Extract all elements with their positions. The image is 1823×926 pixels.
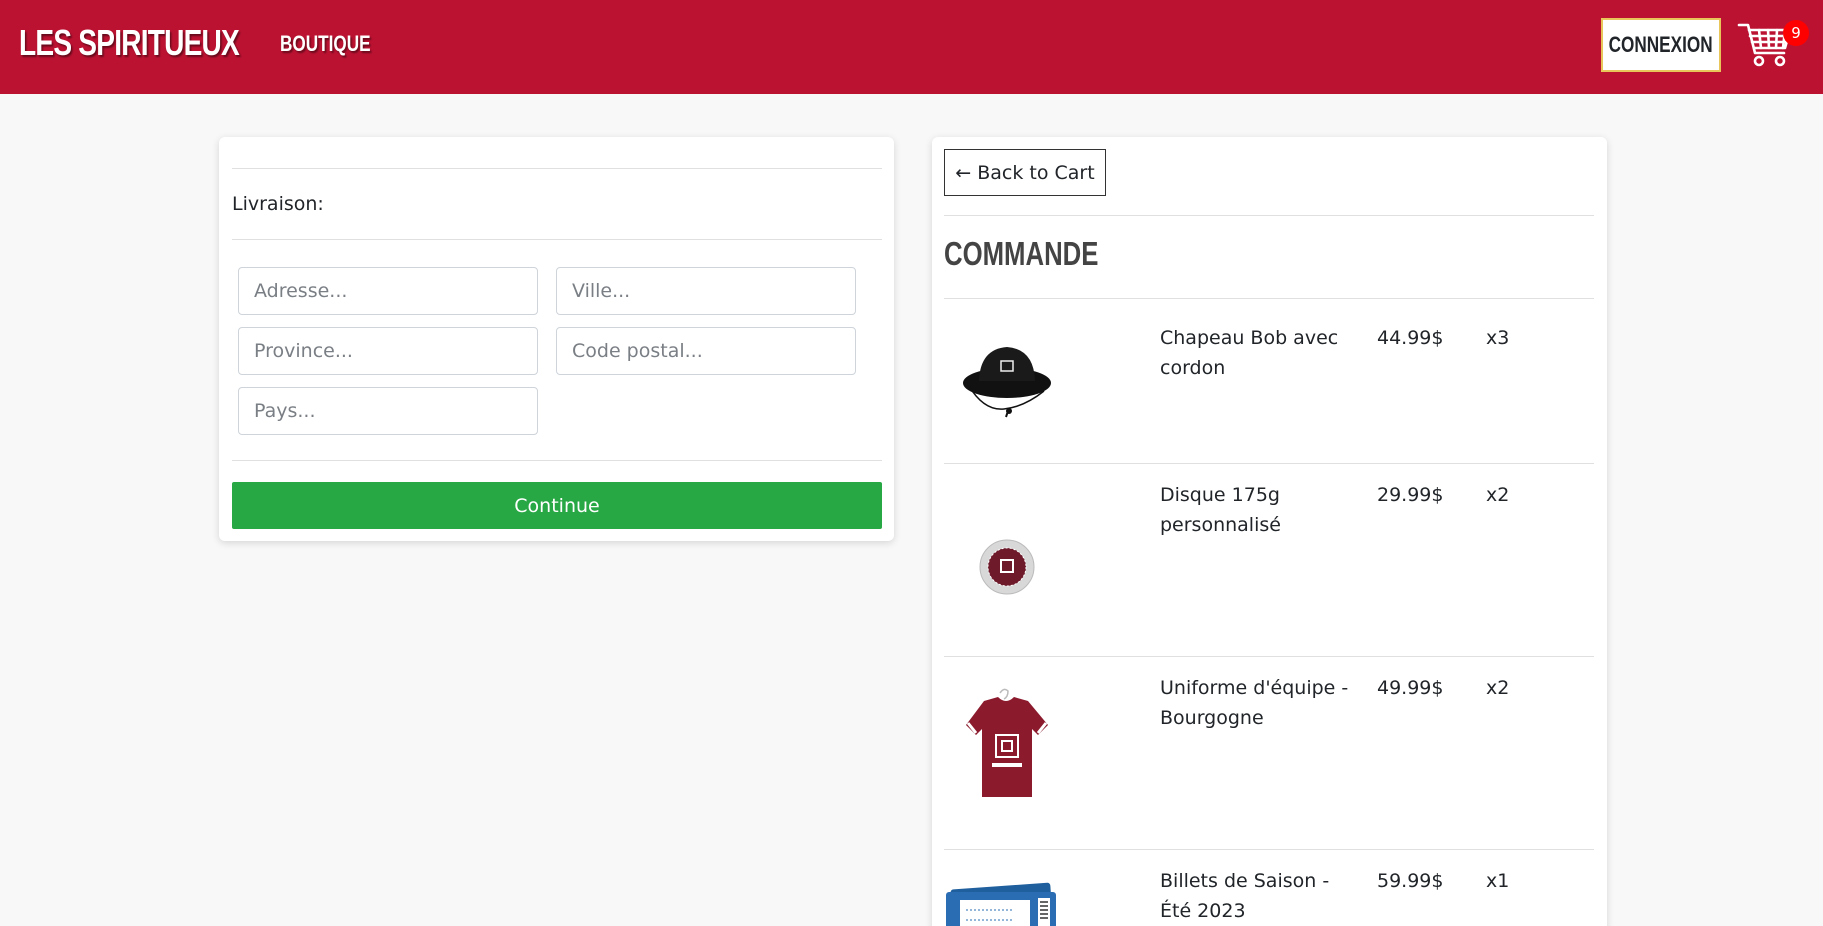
login-button[interactable]: CONNEXION — [1601, 18, 1721, 72]
item-name: Chapeau Bob avec cordon — [1160, 327, 1339, 379]
continue-button[interactable]: Continue — [232, 482, 882, 529]
cart-count-badge: 9 — [1783, 20, 1809, 46]
back-to-cart-button[interactable]: ← Back to Cart — [944, 149, 1106, 196]
login-button-label: CONNEXION — [1609, 32, 1713, 57]
province-input[interactable] — [238, 327, 538, 375]
city-input[interactable] — [556, 267, 856, 315]
country-input[interactable] — [238, 387, 538, 435]
item-name: Billets de Saison - Été 2023 — [1160, 870, 1330, 922]
order-title: COMMANDE — [944, 235, 1099, 272]
item-price: 44.99$ — [1377, 327, 1444, 349]
item-name: Uniforme d'équipe - Bourgogne — [1160, 677, 1349, 729]
top-navbar: LES SPIRITUEUX BOUTIQUE CONNEXION 9 — [0, 0, 1823, 94]
order-summary-card: ← Back to Cart COMMANDE Chapeau Bob avec… — [932, 137, 1607, 926]
item-price: 49.99$ — [1377, 677, 1444, 699]
item-quantity: x2 — [1486, 677, 1510, 699]
divider — [944, 849, 1594, 850]
postal-code-input[interactable] — [556, 327, 856, 375]
divider — [944, 656, 1594, 657]
divider — [232, 460, 882, 461]
shipping-form-card: Livraison: Continue — [219, 137, 894, 541]
address-input[interactable] — [238, 267, 538, 315]
burgundy-jersey-image — [944, 685, 1074, 815]
item-price: 29.99$ — [1377, 484, 1444, 506]
divider — [944, 215, 1594, 216]
item-name: Disque 175g personnalisé — [1160, 484, 1281, 536]
divider — [944, 463, 1594, 464]
divider — [232, 239, 882, 240]
bucket-hat-image — [944, 331, 1074, 441]
item-price: 59.99$ — [1377, 870, 1444, 892]
frisbee-disc-image — [944, 510, 1074, 620]
item-quantity: x2 — [1486, 484, 1510, 506]
item-quantity: x1 — [1486, 870, 1510, 892]
brand-logo[interactable]: LES SPIRITUEUX — [19, 22, 240, 64]
shipping-title: Livraison: — [232, 193, 324, 215]
nav-link-boutique[interactable]: BOUTIQUE — [280, 31, 371, 57]
divider — [232, 168, 882, 169]
season-tickets-image — [944, 876, 1074, 926]
item-quantity: x3 — [1486, 327, 1510, 349]
divider — [944, 298, 1594, 299]
